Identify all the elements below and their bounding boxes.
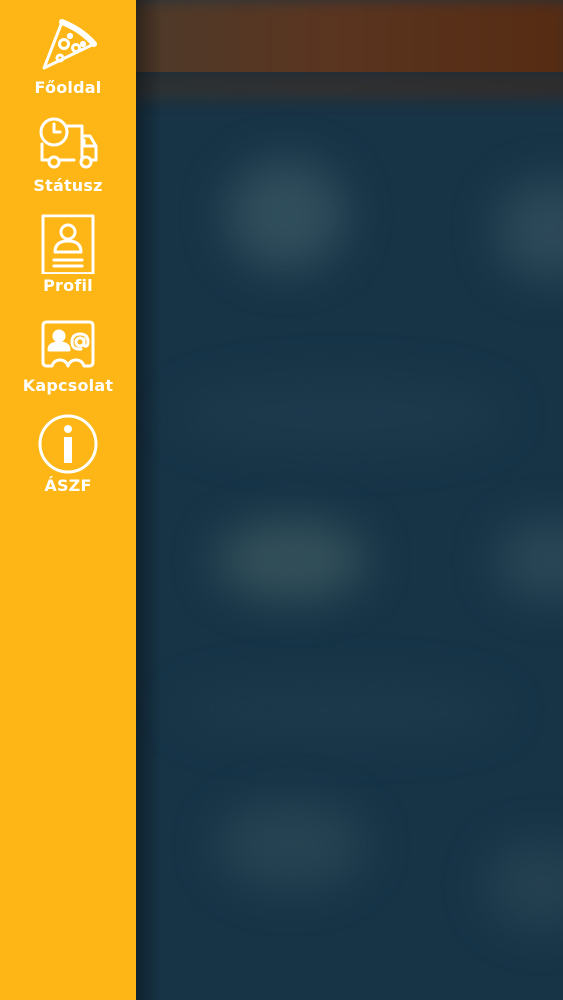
blurred-row bbox=[176, 680, 506, 740]
menu-item-label: ÁSZF bbox=[44, 476, 92, 495]
contact-card-icon bbox=[38, 314, 98, 374]
menu-item-label: Státusz bbox=[33, 176, 103, 195]
menu-item-profile[interactable]: Profil bbox=[0, 204, 136, 296]
menu-item-label: Főoldal bbox=[34, 78, 102, 97]
info-icon bbox=[38, 414, 98, 474]
blurred-card bbox=[216, 520, 366, 600]
profile-card-icon bbox=[38, 214, 98, 274]
app-screen: Főoldal Státusz Profil Kapcsolat ÁSZF bbox=[0, 0, 563, 1000]
menu-item-terms[interactable]: ÁSZF bbox=[0, 404, 136, 496]
blurred-card bbox=[496, 180, 563, 280]
blurred-main-content[interactable] bbox=[136, 0, 563, 1000]
menu-item-status[interactable]: Státusz bbox=[0, 104, 136, 196]
menu-item-contact[interactable]: Kapcsolat bbox=[0, 304, 136, 396]
side-menu: Főoldal Státusz Profil Kapcsolat ÁSZF bbox=[0, 0, 136, 1000]
pizza-slice-icon bbox=[38, 14, 98, 74]
blurred-card bbox=[216, 800, 366, 890]
menu-item-label: Kapcsolat bbox=[22, 376, 114, 395]
blurred-card bbox=[486, 840, 563, 930]
header-fade bbox=[136, 72, 563, 122]
blurred-card bbox=[226, 160, 346, 270]
blurred-row bbox=[176, 380, 506, 450]
menu-item-label: Profil bbox=[43, 276, 93, 295]
delivery-truck-clock-icon bbox=[38, 114, 98, 174]
menu-item-home[interactable]: Főoldal bbox=[0, 4, 136, 97]
drawer-shadow bbox=[136, 0, 162, 1000]
blurred-card bbox=[496, 520, 563, 600]
